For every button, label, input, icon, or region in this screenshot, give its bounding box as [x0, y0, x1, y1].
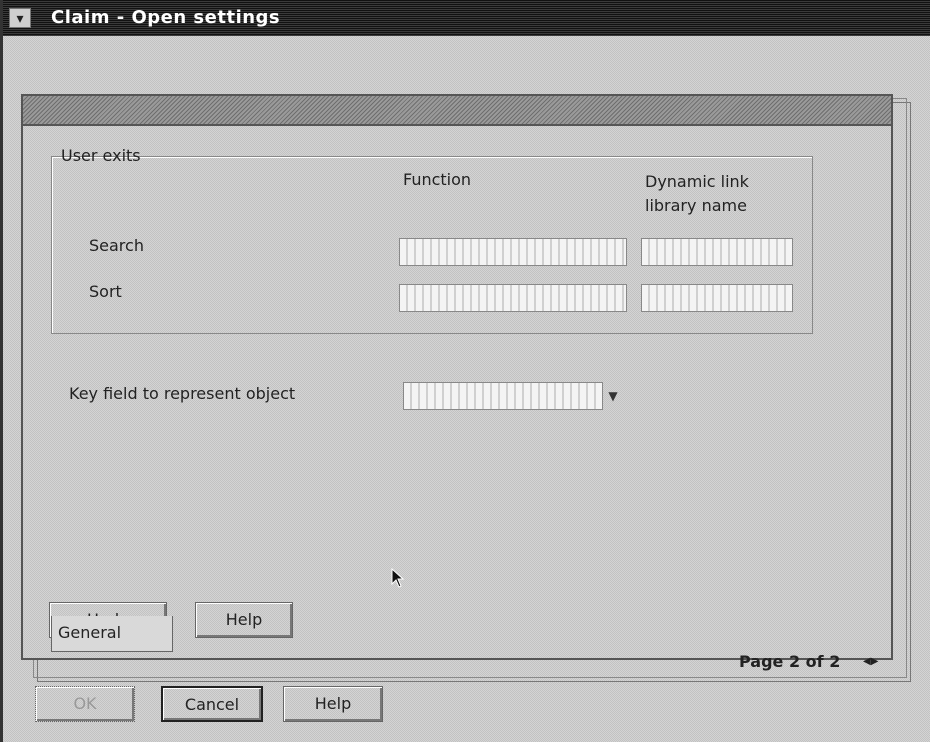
ok-button[interactable]: OK [35, 686, 135, 722]
search-function-input[interactable] [399, 238, 627, 266]
page-indicator: Page 2 of 2 [739, 652, 841, 671]
key-field-label: Key field to represent object [69, 384, 296, 403]
dll-column-header: Dynamic link library name [645, 170, 749, 218]
notebook-page: User exits Function Dynamic link library… [23, 126, 891, 671]
settings-notebook: User exits Function Dynamic link library… [21, 94, 893, 671]
dll-header-line1: Dynamic link [645, 172, 749, 191]
user-exits-group-title: User exits [61, 146, 141, 165]
cancel-button[interactable]: Cancel [161, 686, 263, 722]
dll-header-line2: library name [645, 196, 747, 215]
sort-label: Sort [89, 282, 122, 301]
window-title: Claim - Open settings [51, 7, 281, 28]
sort-function-input[interactable] [399, 284, 627, 312]
tab-general[interactable]: General [51, 616, 173, 652]
key-field-combobox[interactable] [403, 382, 603, 410]
search-dll-input[interactable] [641, 238, 793, 266]
settings-window: ▾ Claim - Open settings User exits Funct… [0, 0, 930, 742]
client-area: User exits Function Dynamic link library… [3, 36, 930, 742]
title-bar[interactable]: ▾ Claim - Open settings [3, 0, 930, 36]
notebook-binding [23, 96, 891, 126]
page-help-button[interactable]: Help [195, 602, 293, 638]
dropdown-arrow-icon[interactable]: ▼ [605, 382, 621, 410]
system-menu-icon[interactable]: ▾ [9, 8, 31, 28]
search-label: Search [89, 236, 144, 255]
help-button[interactable]: Help [283, 686, 383, 722]
page-navigation-icon[interactable]: ◀▶ [863, 656, 878, 667]
sort-dll-input[interactable] [641, 284, 793, 312]
function-column-header: Function [403, 170, 472, 189]
